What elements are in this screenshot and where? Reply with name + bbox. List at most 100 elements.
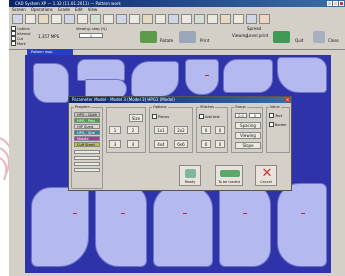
group-value-1[interactable]: 0.0 (235, 113, 247, 118)
list-item[interactable]: Cuff Sized (74, 142, 100, 147)
printer-icon[interactable] (179, 31, 196, 43)
list-item-empty[interactable] (74, 162, 100, 166)
group-label: Options (152, 105, 168, 109)
program-group: Program HPG - Cloth HPG - Poly HIP Sized… (71, 105, 103, 189)
warning-icon[interactable] (259, 14, 270, 24)
pattern-piece[interactable] (219, 183, 271, 267)
count-3[interactable]: 3 (109, 140, 121, 148)
minimize-icon[interactable] (327, 1, 332, 6)
cancel-x-icon: ✕ (261, 166, 273, 181)
viewing-button[interactable]: Viewing (235, 132, 261, 139)
parameter-dialog: Parameter Model - Model 3 (Model 3) HPG1… (68, 96, 292, 191)
group-label: Group (234, 105, 247, 109)
spread-label: Spread (247, 26, 262, 31)
option-mark[interactable]: Mark (11, 41, 26, 46)
pattern-piece[interactable] (277, 183, 327, 267)
mult-1x1[interactable]: 1x1 (154, 126, 168, 134)
grain-mark-icon (301, 213, 305, 214)
list-item[interactable]: HPG - Size (74, 130, 100, 135)
book-icon[interactable] (246, 14, 257, 24)
copy-icon[interactable] (38, 14, 49, 24)
ready-button[interactable]: Ready (179, 165, 201, 186)
open-icon[interactable] (12, 14, 23, 24)
frame-icon[interactable] (155, 14, 166, 24)
window-controls (327, 1, 344, 6)
count-1[interactable]: 1 (109, 126, 121, 134)
list-item-empty[interactable] (74, 168, 100, 172)
mult-2x2[interactable]: 2x2 (174, 126, 188, 134)
rotate-icon[interactable] (142, 14, 153, 24)
export-icon[interactable] (207, 14, 218, 24)
count-4[interactable]: 4 (127, 140, 139, 148)
size-group: Size 1 2 3 4 (106, 107, 146, 153)
settings-icon[interactable] (220, 14, 231, 24)
group-value-2[interactable]: 0 (249, 113, 261, 118)
level-print-button[interactable]: Level print (247, 33, 268, 38)
viewing-button[interactable]: Viewing (232, 33, 248, 38)
cancel-button[interactable]: ✕ Cancel (255, 165, 277, 186)
zoom-icon[interactable] (168, 14, 179, 24)
stitch-value[interactable]: 0 (215, 126, 225, 134)
rotate-button-icon[interactable] (140, 31, 157, 43)
size-readout: 1,357 MPS (38, 34, 60, 39)
piece-icon[interactable] (64, 14, 75, 24)
pattern-piece[interactable] (277, 57, 327, 93)
marker-icon[interactable] (90, 14, 101, 24)
mult-4x4[interactable]: 4x4 (154, 140, 168, 148)
measure-icon[interactable] (116, 14, 127, 24)
pattern-piece[interactable] (31, 187, 89, 267)
border-checkbox[interactable]: Border (269, 122, 287, 127)
print-icon[interactable] (194, 14, 205, 24)
pattern-piece[interactable] (95, 185, 147, 267)
pattern-piece[interactable] (131, 61, 179, 97)
step-value: 1 (89, 34, 93, 38)
maximize-icon[interactable] (333, 1, 338, 6)
mult-6x6[interactable]: 6x6 (174, 140, 188, 148)
size-button[interactable]: Size (129, 114, 143, 122)
pattern-piece[interactable] (33, 63, 69, 103)
list-item[interactable]: HPG - Cloth (74, 112, 100, 117)
stitches-group: Stitches Add text 0 0 0 0 (196, 105, 228, 153)
step-stepper[interactable]: 1 (79, 33, 103, 38)
quit-arrow-icon[interactable] (273, 31, 290, 43)
close-window-icon[interactable] (313, 31, 325, 43)
count-2[interactable]: 2 (127, 126, 139, 134)
grid-icon[interactable] (51, 14, 62, 24)
main-toolbar (9, 13, 345, 25)
pattern-piece[interactable] (185, 59, 219, 95)
slope-button[interactable]: Slope (235, 142, 261, 149)
layout-icon[interactable] (103, 14, 114, 24)
list-item-empty[interactable] (74, 156, 100, 160)
stack-icon[interactable] (129, 14, 140, 24)
list-item-empty[interactable] (74, 150, 100, 154)
save-icon[interactable] (25, 14, 36, 24)
transfer-button[interactable]: To be traded (215, 165, 243, 186)
text-checkbox[interactable]: Text (269, 113, 282, 118)
add-text-checkbox[interactable]: Add text (199, 114, 220, 119)
group-label: Stitches (199, 105, 216, 109)
dialog-close-icon[interactable]: × (285, 97, 290, 102)
pattern-piece[interactable] (77, 59, 125, 81)
view-icon[interactable] (233, 14, 244, 24)
stitch-value[interactable]: 0 (215, 140, 225, 148)
list-item[interactable]: HIP Sized (74, 124, 100, 129)
close-icon[interactable] (339, 1, 344, 6)
pieces-checkbox[interactable]: Pieces (152, 114, 169, 119)
stitch-value[interactable]: 0 (201, 140, 211, 148)
pattern-piece[interactable] (153, 185, 213, 267)
value-group: Value Text Border (266, 105, 290, 153)
viewing-step-label: Viewing: step (%) (76, 27, 107, 31)
title-bar: CAD System XP — 1.32 (11.01.2011) — Patt… (9, 0, 345, 7)
cancel-label: Cancel (260, 180, 272, 184)
list-item[interactable]: Middle Sized (74, 136, 100, 146)
transfer-label: To be traded (218, 180, 240, 184)
stitch-value[interactable]: 0 (201, 126, 211, 134)
layer-icon[interactable] (77, 14, 88, 24)
ready-label: Ready (184, 180, 196, 184)
spacing-button[interactable]: Spacing (235, 122, 261, 129)
checkbox-label: Pieces (158, 114, 170, 119)
pattern-piece[interactable] (223, 59, 273, 93)
option-label: Internal (17, 31, 31, 36)
list-icon[interactable] (181, 14, 192, 24)
list-item[interactable]: HPG - Poly (74, 118, 100, 123)
